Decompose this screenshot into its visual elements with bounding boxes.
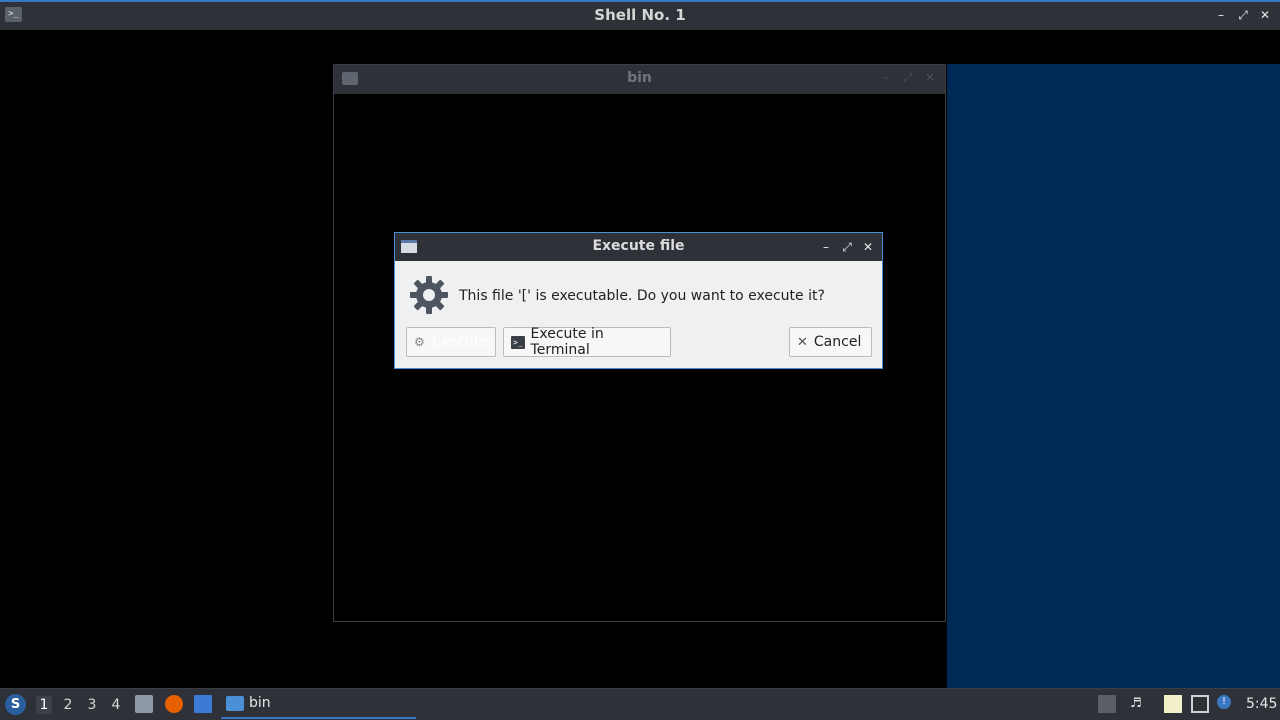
firefox-icon[interactable] bbox=[165, 695, 183, 713]
gear-icon bbox=[410, 276, 448, 314]
network-icon[interactable] bbox=[1191, 695, 1209, 713]
maximize-icon[interactable]: ⤢ bbox=[901, 71, 915, 85]
dialog-title: Execute file bbox=[592, 238, 685, 254]
minimize-icon[interactable]: – bbox=[879, 71, 893, 85]
terminal-icon: >_ bbox=[511, 335, 525, 349]
close-icon[interactable]: ✕ bbox=[923, 71, 937, 85]
dialog-message: This file '[' is executable. Do you want… bbox=[459, 288, 825, 304]
close-icon[interactable]: ✕ bbox=[861, 238, 875, 256]
tray-arrow-icon[interactable] bbox=[1098, 695, 1116, 713]
execute-in-terminal-button[interactable]: >_ Execute in Terminal bbox=[503, 326, 671, 358]
volume-icon[interactable]: ♬ bbox=[1127, 695, 1145, 713]
file-manager-icon[interactable] bbox=[135, 695, 153, 713]
execute-button-label: Execute bbox=[432, 334, 488, 350]
dialog-titlebar[interactable]: Execute file – ⤢ ✕ bbox=[395, 233, 882, 261]
cancel-button-label: Cancel bbox=[813, 334, 862, 350]
start-menu-icon[interactable]: S bbox=[5, 694, 26, 715]
taskbar: S 1 2 3 4 bin ♬ ! 5:45 bbox=[0, 688, 1280, 720]
maximize-icon[interactable]: ⤢ bbox=[840, 238, 854, 256]
close-icon: ✕ bbox=[797, 334, 808, 350]
minimize-icon[interactable]: – bbox=[1214, 6, 1228, 24]
shell-window-title: Shell No. 1 bbox=[594, 6, 686, 24]
minimize-icon[interactable]: – bbox=[819, 238, 833, 256]
execute-in-terminal-label: Execute in Terminal bbox=[530, 326, 604, 358]
gear-icon: ⚙ bbox=[414, 335, 425, 349]
desktop-background bbox=[947, 64, 1280, 688]
maximize-icon[interactable]: ⤢ bbox=[1236, 6, 1250, 24]
cancel-button[interactable]: ✕ Cancel bbox=[789, 327, 872, 357]
bin-titlebar[interactable]: bin – ⤢ ✕ bbox=[334, 65, 945, 94]
shell-titlebar[interactable]: >_ Shell No. 1 – ⤢ ✕ bbox=[0, 0, 1280, 30]
workspace-4[interactable]: 4 bbox=[108, 696, 124, 714]
taskbar-item-label: bin bbox=[249, 695, 271, 711]
execute-file-dialog: Execute file – ⤢ ✕ This file '[' is exec… bbox=[394, 232, 883, 369]
notification-icon[interactable]: ! bbox=[1217, 695, 1231, 709]
workspace-2[interactable]: 2 bbox=[60, 696, 76, 714]
taskbar-item-bin[interactable]: bin bbox=[221, 691, 416, 719]
workspace-3[interactable]: 3 bbox=[84, 696, 100, 714]
execute-button[interactable]: ⚙ Execute bbox=[406, 327, 496, 357]
workspace-1[interactable]: 1 bbox=[36, 696, 52, 714]
show-desktop-icon[interactable] bbox=[194, 695, 212, 713]
clipboard-icon[interactable] bbox=[1164, 695, 1182, 713]
folder-icon bbox=[226, 696, 244, 711]
bin-window-title: bin bbox=[627, 70, 652, 86]
close-icon[interactable]: ✕ bbox=[1258, 6, 1272, 24]
clock[interactable]: 5:45 bbox=[1246, 696, 1277, 712]
